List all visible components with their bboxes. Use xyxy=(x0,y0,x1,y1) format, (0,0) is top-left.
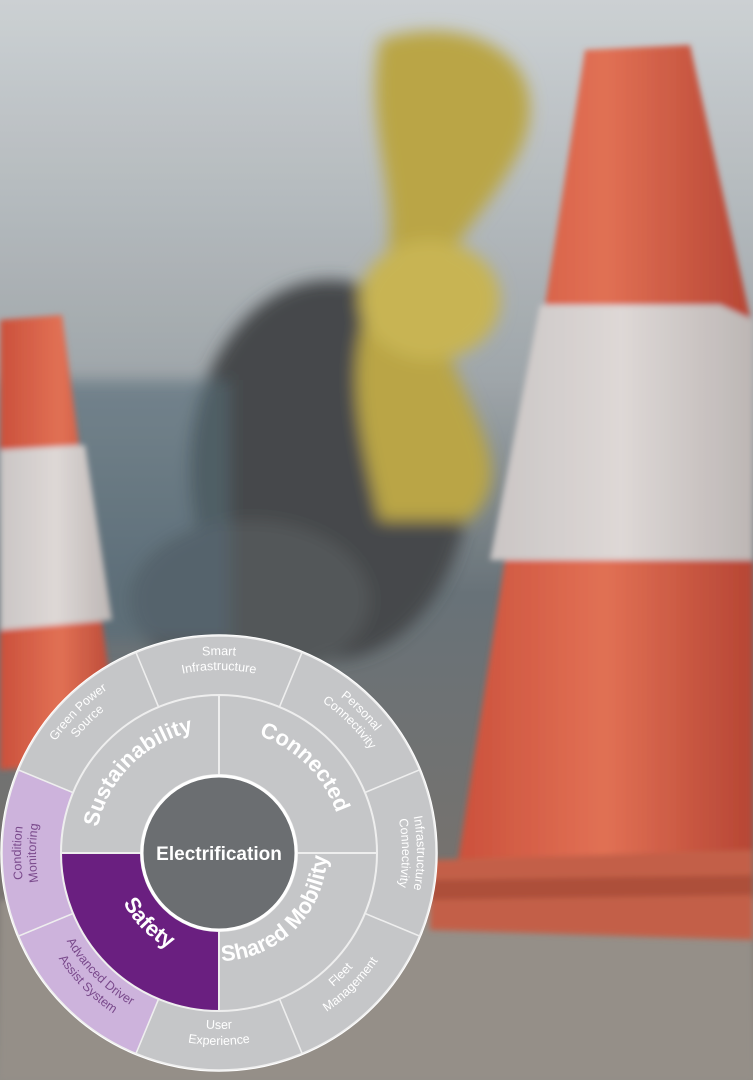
outer-label-user-experience-line2: Experience xyxy=(187,1032,250,1048)
outer-label-condition-monitoring-line1: Condition xyxy=(10,825,26,880)
center-label: Electrification xyxy=(156,844,282,865)
outer-label-user-experience-line1: User xyxy=(206,1018,233,1032)
outer-label-smart-infrastructure-line1: Smart xyxy=(202,644,237,659)
strategy-wheel-diagram: ElectrificationSustainability ConnectedSh… xyxy=(0,634,438,1072)
outer-label-condition-monitoring-line2: Monitoring xyxy=(25,822,41,883)
